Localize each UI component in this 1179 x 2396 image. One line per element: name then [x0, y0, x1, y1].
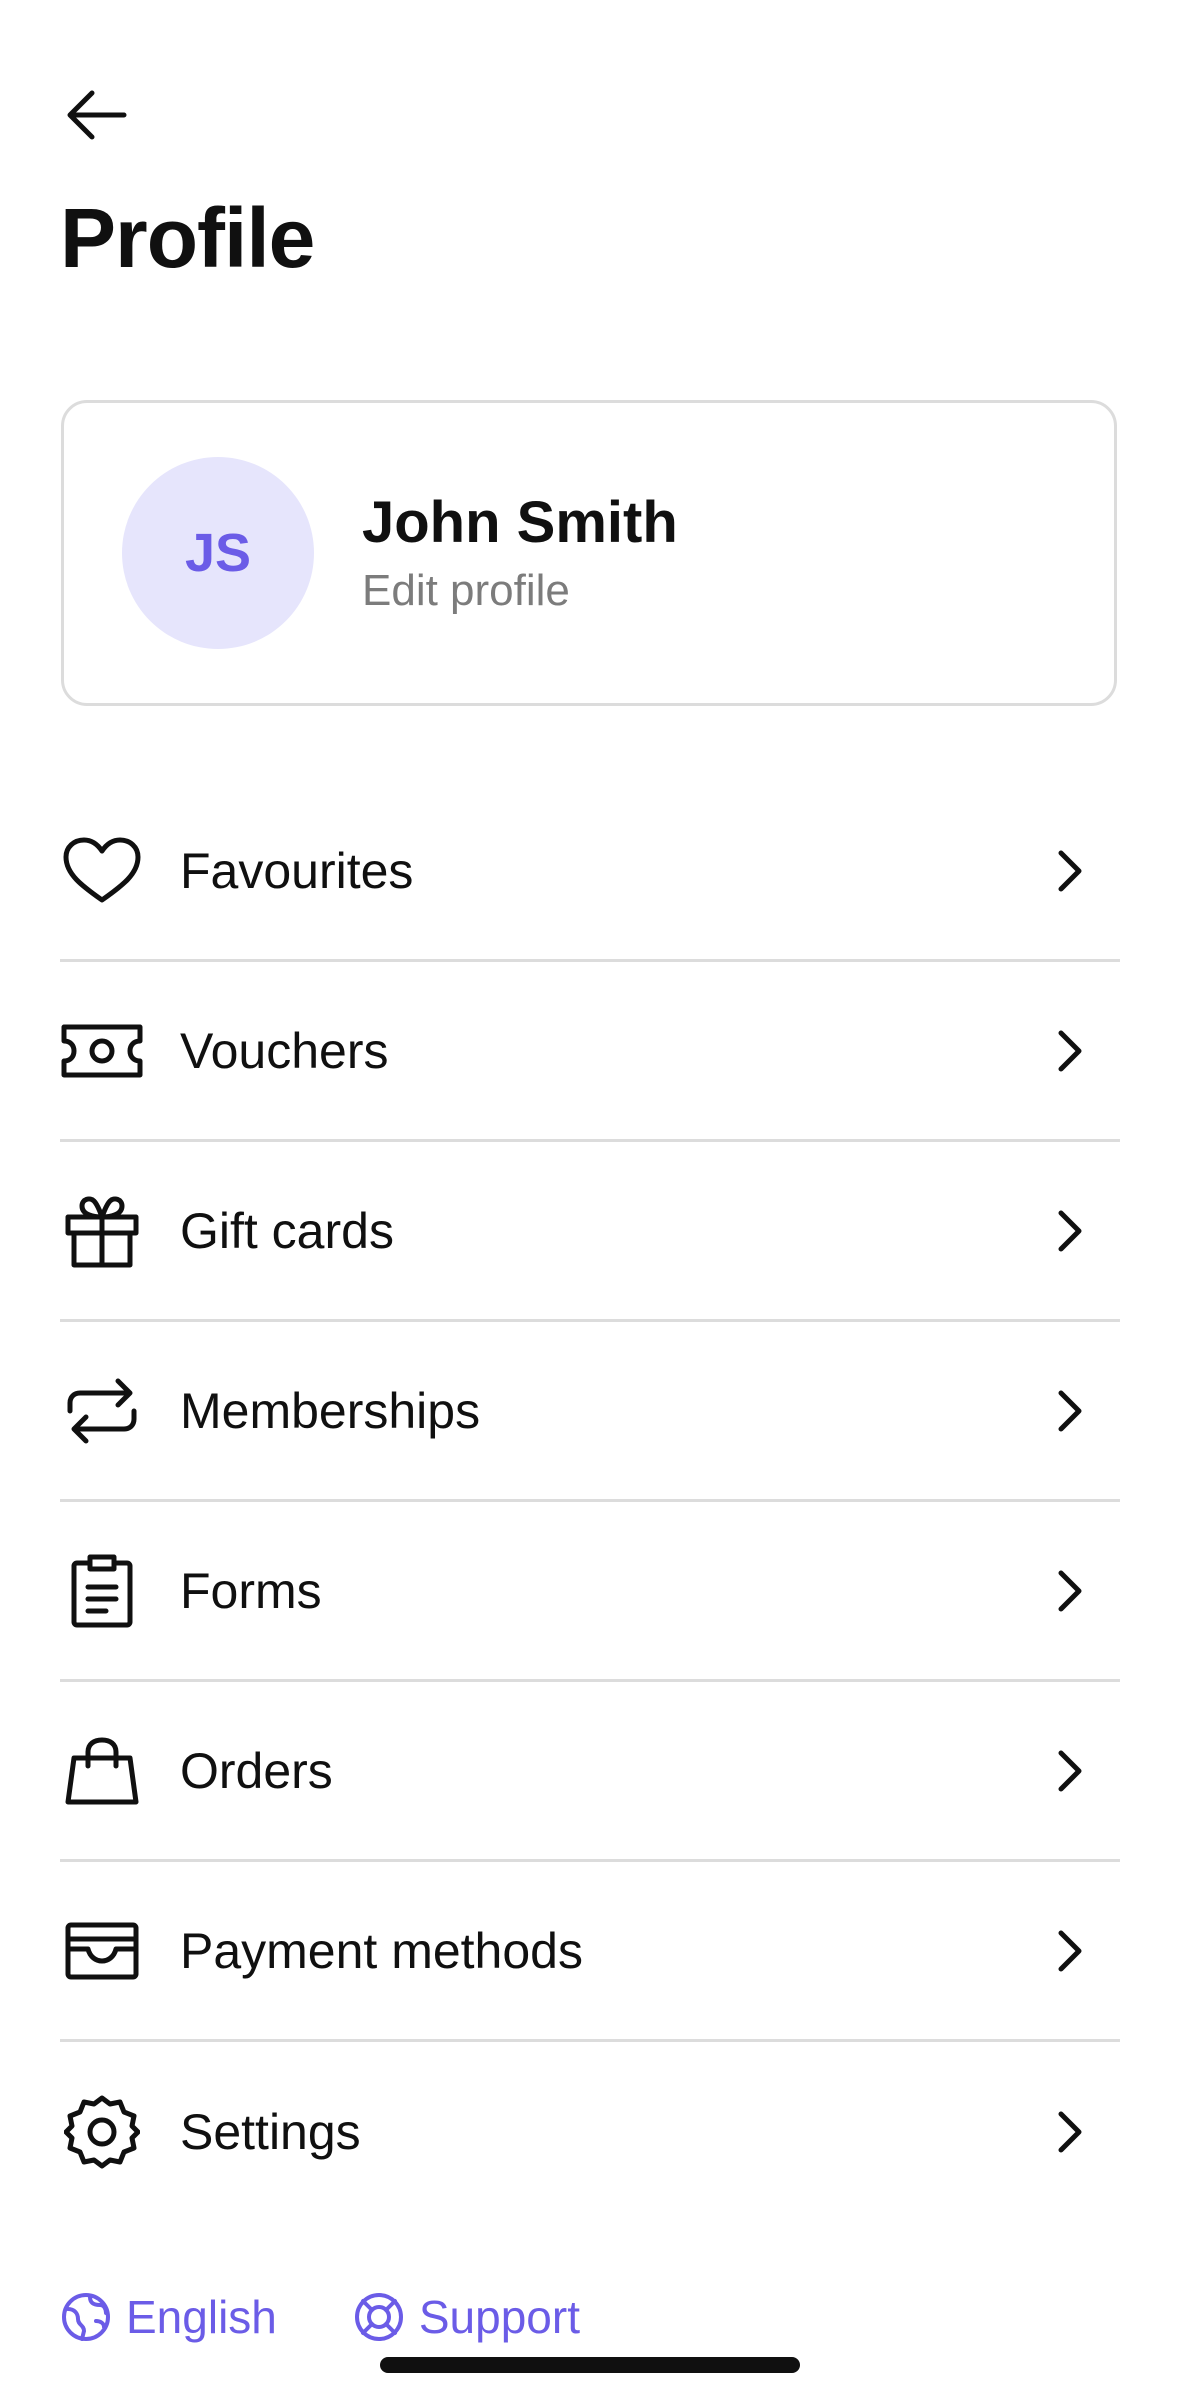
chevron-right-icon: [1040, 1381, 1100, 1441]
language-label: English: [126, 2291, 277, 2343]
menu-item-gift-cards[interactable]: Gift cards: [60, 1142, 1120, 1322]
menu-item-forms[interactable]: Forms: [60, 1502, 1120, 1682]
chevron-right-icon: [1040, 841, 1100, 901]
avatar-initials: JS: [184, 523, 252, 583]
menu-item-vouchers[interactable]: Vouchers: [60, 962, 1120, 1142]
lifebuoy-icon: [354, 2293, 403, 2341]
footer-links: English Support: [60, 2290, 656, 2344]
chevron-right-icon: [1040, 2102, 1100, 2162]
back-button[interactable]: [58, 82, 134, 148]
menu-item-label: Settings: [180, 2104, 361, 2160]
wallet-icon: [60, 1909, 144, 1993]
gift-icon: [60, 1189, 144, 1273]
menu-item-label: Vouchers: [180, 1022, 389, 1079]
chevron-right-icon: [1040, 1021, 1100, 1081]
chevron-right-icon: [1040, 1201, 1100, 1261]
avatar: JS: [122, 457, 314, 649]
chevron-right-icon: [1040, 1561, 1100, 1621]
profile-card[interactable]: JS John Smith Edit profile: [61, 400, 1117, 706]
edit-profile-link[interactable]: Edit profile: [362, 566, 678, 616]
menu-item-label: Orders: [180, 1742, 333, 1799]
menu-item-orders[interactable]: Orders: [60, 1682, 1120, 1862]
shopping-bag-icon: [60, 1729, 144, 1813]
menu-item-label: Memberships: [180, 1382, 481, 1439]
support-label: Support: [418, 2291, 580, 2343]
menu-item-label: Favourites: [180, 842, 414, 899]
language-link[interactable]: English: [60, 2290, 277, 2344]
profile-menu: Favourites Vouchers Gift cards Membershi…: [60, 782, 1120, 2222]
repeat-icon: [60, 1369, 144, 1453]
gear-icon: [60, 2090, 144, 2174]
support-link[interactable]: Support: [353, 2290, 580, 2344]
menu-item-label: Payment methods: [180, 1922, 583, 1979]
globe-icon: [62, 2293, 110, 2341]
menu-item-settings[interactable]: Settings: [60, 2042, 1120, 2222]
ticket-icon: [60, 1009, 144, 1093]
menu-item-memberships[interactable]: Memberships: [60, 1322, 1120, 1502]
heart-icon: [60, 829, 144, 913]
menu-item-label: Gift cards: [180, 1202, 394, 1259]
menu-item-payment-methods[interactable]: Payment methods: [60, 1862, 1120, 2042]
home-indicator: [380, 2357, 800, 2373]
arrow-left-icon: [67, 90, 127, 140]
chevron-right-icon: [1040, 1741, 1100, 1801]
page-title: Profile: [60, 191, 315, 285]
clipboard-icon: [60, 1549, 144, 1633]
menu-item-label: Forms: [180, 1562, 322, 1619]
menu-item-favourites[interactable]: Favourites: [60, 782, 1120, 962]
chevron-right-icon: [1040, 1921, 1100, 1981]
profile-name: John Smith: [362, 489, 678, 555]
